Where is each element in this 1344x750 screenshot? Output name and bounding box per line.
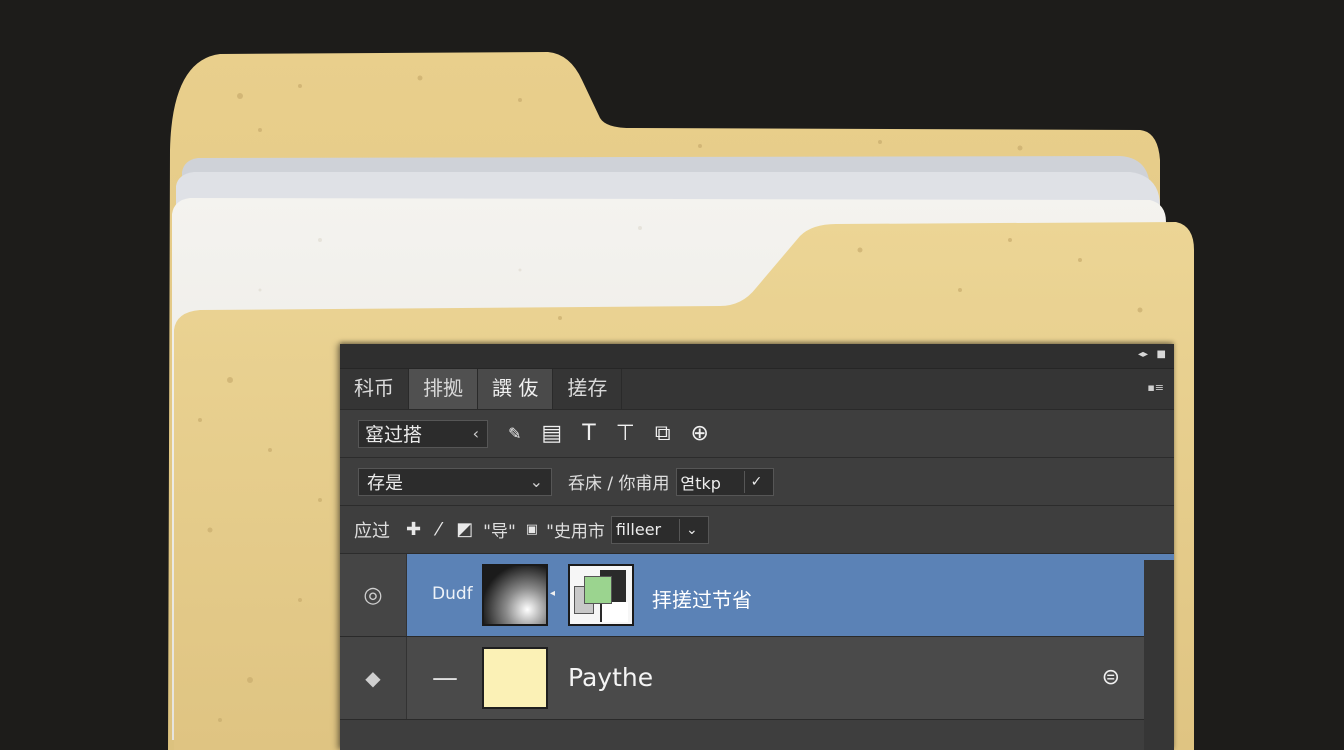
dash-icon: — (432, 663, 458, 693)
tab-4[interactable]: 搓存 (553, 369, 623, 409)
smart-object-filter-icon[interactable]: ⧉ (655, 421, 671, 446)
tab-3[interactable]: 譔 伖 (478, 369, 554, 409)
lock-text-a: "导" (483, 522, 516, 542)
layer-thumbnail[interactable] (482, 564, 548, 626)
text-filter-icon[interactable]: T (582, 421, 595, 446)
tab-label: 排拠 (423, 376, 463, 400)
lock-row: 应过 ✚ ⁄ ◩ "导" ▣ "史用市 filleer ⌄ (340, 506, 1174, 554)
lock-small-icon[interactable]: ▣ (526, 522, 538, 537)
image-filter-icon[interactable]: ▤ (541, 421, 562, 446)
scrollbar[interactable] (1144, 560, 1174, 750)
fill-value: filleer (615, 520, 662, 539)
chevron-down-icon[interactable]: ✓ (743, 470, 769, 493)
blend-row: 存是 ⌄ 呑床 / 你甫用 엳tkp ✓ (340, 458, 1174, 506)
filter-row: 窰过搭 ‹ ✎ ▤ T ⊤ ⧉ ⊕ (340, 410, 1174, 458)
panel-menu-icon[interactable]: ▪≡ (1147, 381, 1164, 394)
opacity-label: 呑床 / 你甫用 (568, 474, 670, 494)
lock-icon[interactable]: ⊜ (1102, 665, 1120, 690)
layers-panel: ◂▸ ■ 科币 排拠 譔 伖 搓存 ▪≡ 窰过搭 ‹ ✎ ▤ T ⊤ ⧉ ⊕ 存… (340, 344, 1174, 750)
lock-position-icon[interactable]: ✚ (406, 519, 421, 540)
tab-label: 搓存 (567, 376, 608, 400)
layer-small-label: Dudf (432, 584, 473, 604)
chevron-left-icon: ‹ (472, 424, 479, 443)
tab-label: 科币 (354, 376, 394, 400)
link-icon: ◂ (550, 588, 556, 599)
tab-2[interactable]: 排拠 (409, 369, 478, 409)
layer-name[interactable]: 拝搓过节省 (652, 584, 752, 613)
chevron-down-icon: ⌄ (529, 472, 543, 491)
lock-brush-icon[interactable]: ⁄ (437, 519, 440, 540)
shape-filter-icon[interactable]: ⊤ (616, 421, 635, 446)
filter-kind-value: 窰过搭 (365, 424, 423, 446)
layer-name[interactable]: Paythe (568, 663, 653, 692)
close-icon[interactable]: ■ (1157, 350, 1166, 360)
double-arrow-icon[interactable]: ◂▸ (1138, 350, 1148, 360)
blend-mode-value: 存是 (367, 472, 403, 494)
visibility-toggle[interactable]: ◎ (340, 554, 407, 636)
visibility-toggle[interactable]: ◆ (340, 637, 407, 719)
lock-label: 应过 (354, 520, 390, 542)
blend-mode-select[interactable]: 存是 ⌄ (358, 467, 552, 496)
fill-label: "史用市 (546, 522, 605, 542)
lock-image-icon[interactable]: ◩ (456, 519, 473, 540)
tab-label: 譔 伖 (492, 376, 539, 400)
adjustment-filter-icon[interactable]: ⊕ (691, 421, 709, 446)
layer-mask-thumbnail[interactable] (568, 564, 634, 626)
tab-1[interactable]: 科币 (340, 369, 409, 409)
panel-titlebar: ◂▸ ■ (340, 344, 1174, 369)
diamond-icon: ◆ (365, 666, 381, 690)
layer-thumbnail[interactable] (482, 647, 548, 709)
opacity-field[interactable]: 엳tkp ✓ (675, 467, 774, 496)
brush-icon[interactable]: ✎ (508, 424, 521, 443)
fill-field[interactable]: filleer ⌄ (610, 515, 709, 544)
filter-kind-select[interactable]: 窰过搭 ‹ (358, 419, 488, 448)
layer-row[interactable]: ◎ Dudf ◂ 拝搓过节省 (340, 554, 1174, 637)
layer-row[interactable]: ◆ — Paythe ⊜ (340, 637, 1144, 720)
opacity-value: 엳tkp (680, 473, 721, 493)
eye-icon: ◎ (363, 582, 383, 608)
chevron-down-icon[interactable]: ⌄ (678, 518, 704, 541)
panel-tabs: 科币 排拠 譔 伖 搓存 ▪≡ (340, 369, 1174, 410)
